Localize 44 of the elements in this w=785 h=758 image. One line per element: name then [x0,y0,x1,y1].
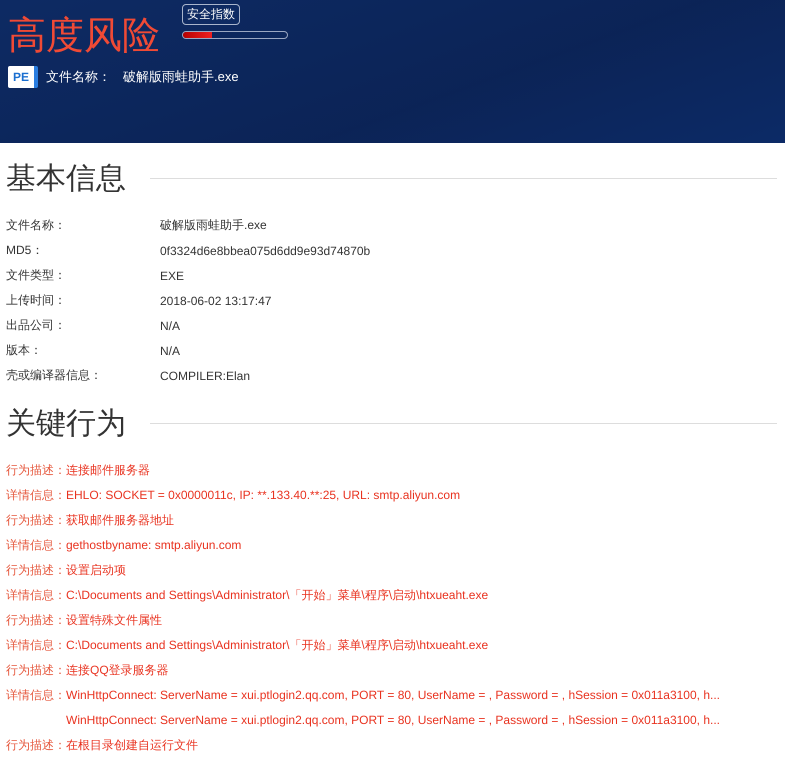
info-label: 上传时间： [6,292,67,309]
info-value: N/A [160,344,180,358]
behavior-value: 连接邮件服务器 [66,462,150,479]
behavior-value: 在根目录创建自运行文件 [66,737,198,754]
section-heading: 关键行为 [6,406,126,442]
risk-level-title: 高度风险 [8,14,160,59]
behavior-value: WinHttpConnect: ServerName = xui.ptlogin2.qq.com, PORT = 80, UserName = , Password = , hSession = 0x011a3100, h... [66,687,720,704]
behavior-label: 行为描述： [6,662,66,679]
info-label: 文件名称： [6,217,67,234]
behavior-label: 详情信息： [6,637,66,654]
behavior-value: WinHttpConnect: ServerName = xui.ptlogin2.qq.com, PORT = 80, UserName = , Password = , hSession = 0x011a3100, h... [66,712,720,729]
info-value: COMPILER:Elan [160,368,250,382]
info-value: EXE [160,268,184,282]
section-heading: 基本信息 [6,160,126,196]
behavior-value: 设置特殊文件属性 [66,612,162,629]
behavior-value: 连接QQ登录服务器 [66,662,169,679]
info-label: 壳或编译器信息： [6,367,103,384]
behavior-label: 行为描述： [6,737,66,754]
behavior-label: 详情信息： [6,687,66,704]
behavior-label: 详情信息： [6,537,66,554]
behavior-label: 行为描述： [6,612,66,629]
info-value: 0f3324d6e8bbea075d6dd9e93d74870b [160,244,370,258]
info-value: N/A [160,318,180,332]
behavior-label: 行为描述： [6,462,66,479]
behavior-value: 获取邮件服务器地址 [66,512,174,529]
behavior-value: gethostbyname: smtp.aliyun.com [66,537,242,554]
info-label: 出品公司： [6,317,67,334]
file-name-label: 文件名称： [46,68,111,86]
behavior-value: 设置启动项 [66,562,126,579]
info-label: MD5： [6,242,44,259]
safety-index-tooltip: 安全指数 [182,4,240,25]
behavior-value: EHLO: SOCKET = 0x0000011c, IP: **.133.40.**:25, URL: smtp.aliyun.com [66,487,460,504]
behavior-label: 行为描述： [6,562,66,579]
info-value: 2018-06-02 13:17:47 [160,294,272,308]
behavior-value: C:\Documents and Settings\Administrator\「开始」菜单\程序\启动\htxueaht.exe [66,587,488,604]
file-name-value: 破解版雨蛙助手.exe [123,68,239,86]
behavior-label: 行为描述： [6,512,66,529]
info-label: 文件类型： [6,267,67,284]
pe-file-icon: PE [8,66,38,88]
info-label: 版本： [6,342,43,359]
info-value: 破解版雨蛙助手.exe [160,217,267,234]
behavior-label: 详情信息： [6,487,66,504]
behavior-label: 详情信息： [6,587,66,604]
behavior-value: C:\Documents and Settings\Administrator\「开始」菜单\程序\启动\htxueaht.exe [66,637,488,654]
